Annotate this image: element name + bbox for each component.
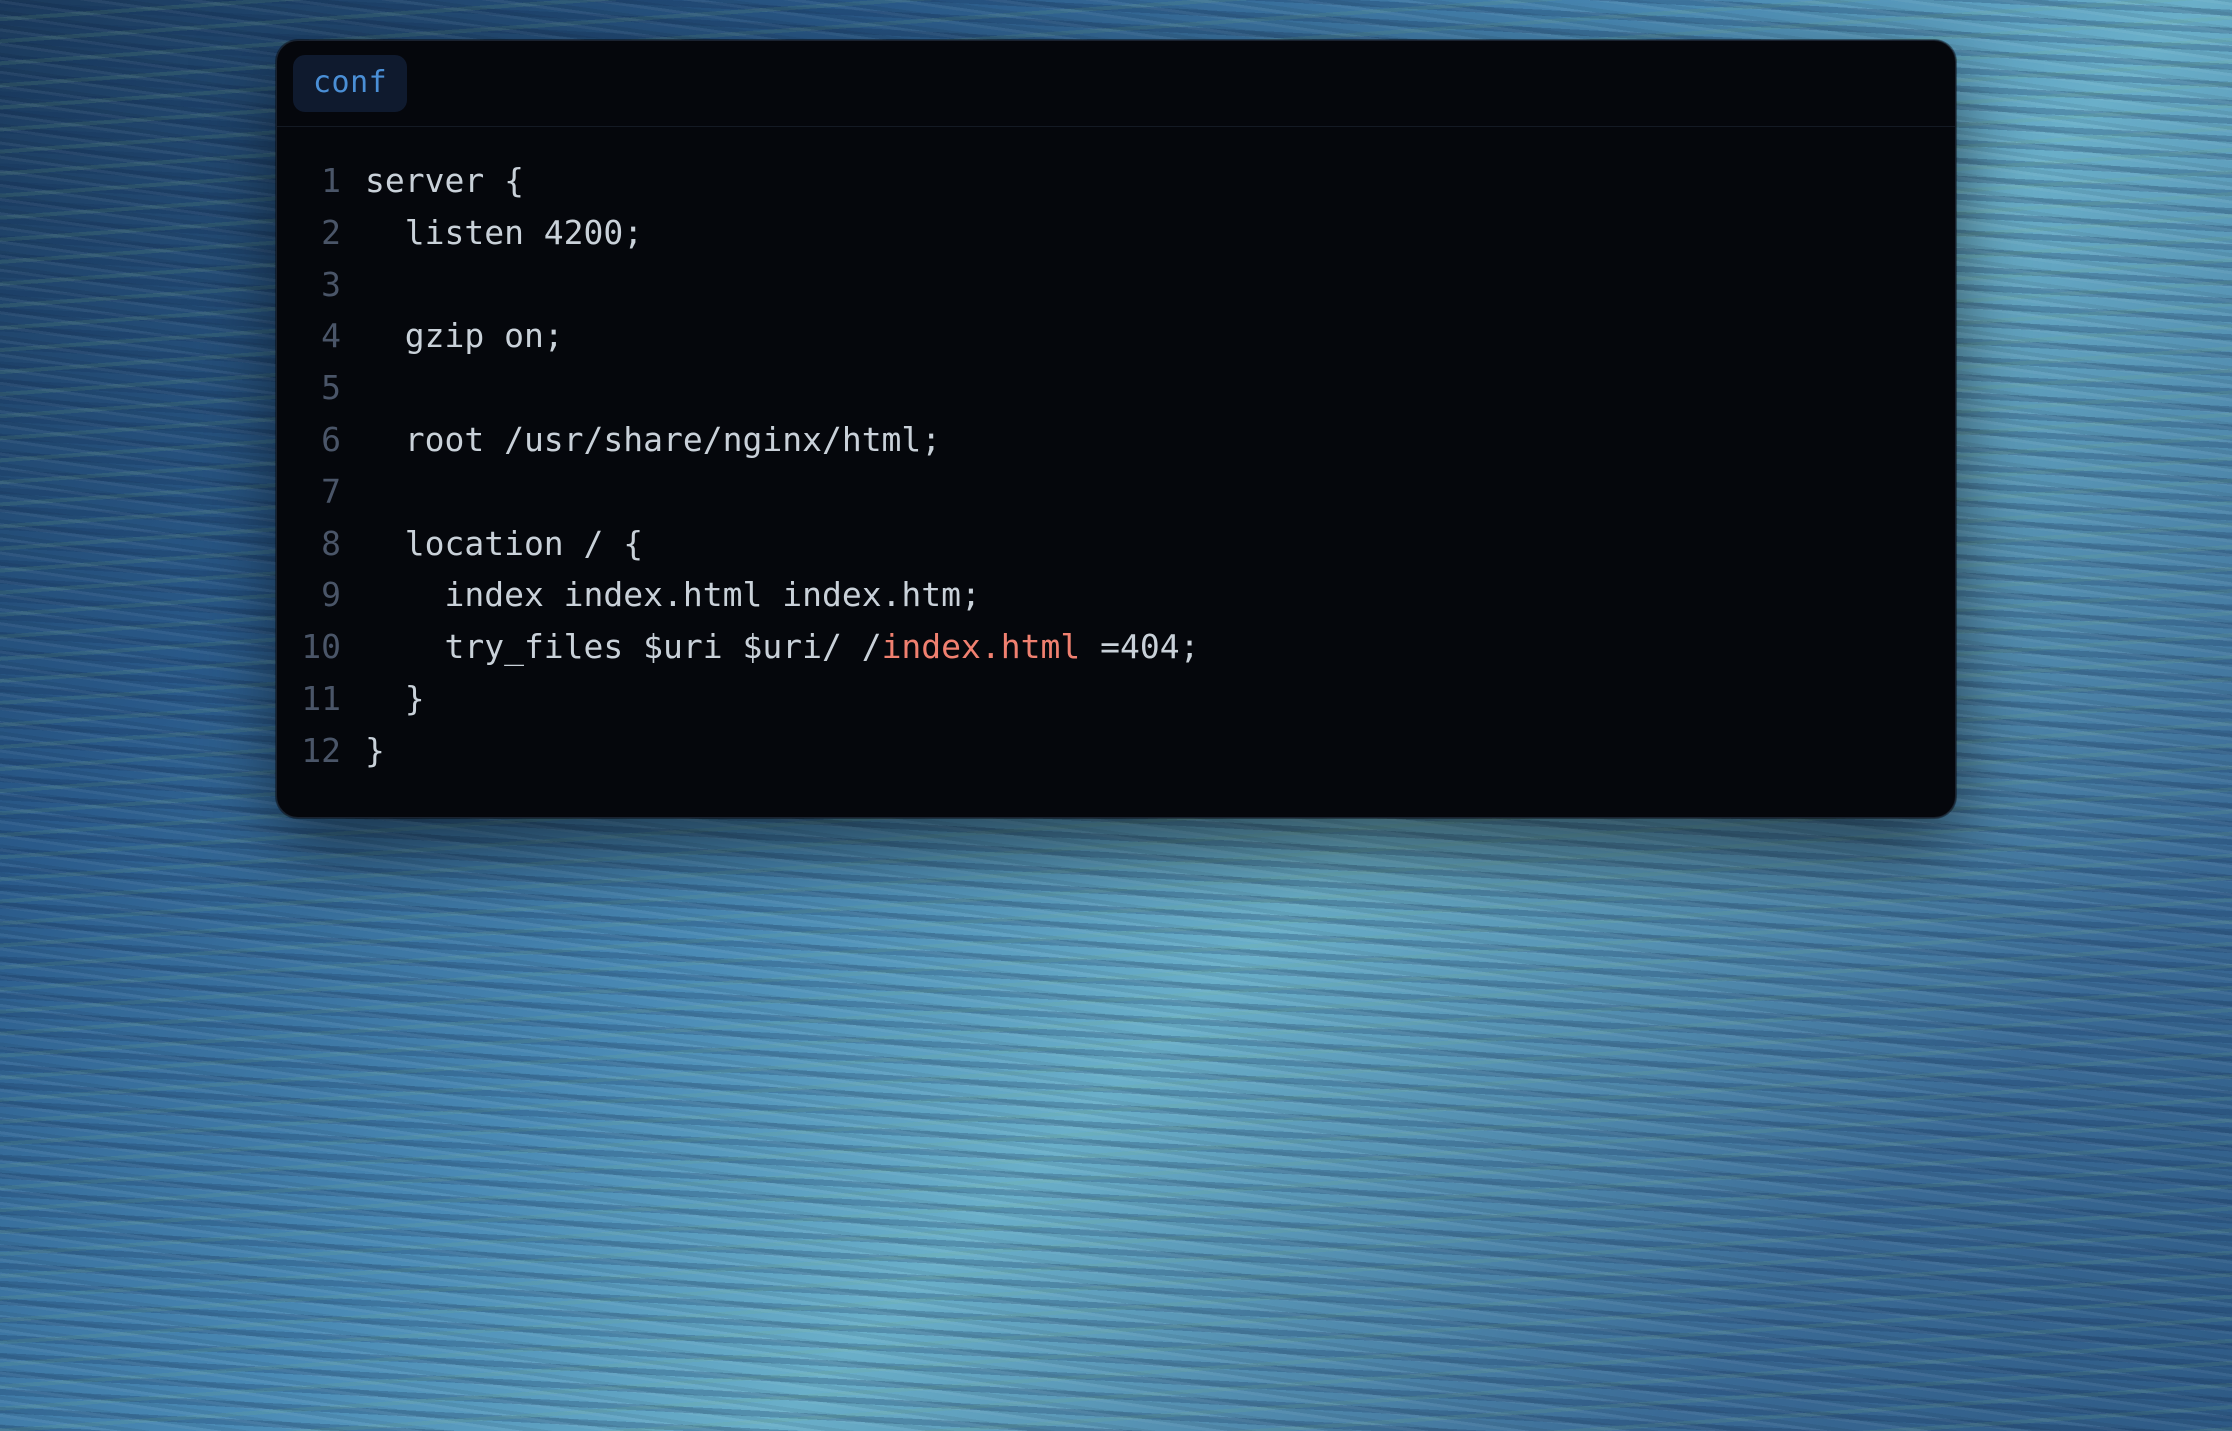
line-content[interactable]: } [365, 673, 1931, 725]
line-number: 7 [301, 466, 365, 518]
line-content[interactable]: root /usr/share/nginx/html; [365, 414, 1931, 466]
language-badge[interactable]: conf [293, 55, 407, 112]
line-content[interactable] [365, 259, 1931, 311]
line-number: 1 [301, 155, 365, 207]
code-line[interactable]: 5 [301, 362, 1931, 414]
line-number: 5 [301, 362, 365, 414]
code-editor-window: conf 1server {2 listen 4200;34 gzip on;5… [276, 40, 1956, 818]
line-content[interactable]: listen 4200; [365, 207, 1931, 259]
code-line[interactable]: 11 } [301, 673, 1931, 725]
code-line[interactable]: 3 [301, 259, 1931, 311]
line-content[interactable]: location / { [365, 518, 1931, 570]
line-number: 10 [301, 621, 365, 673]
code-line[interactable]: 12} [301, 725, 1931, 777]
highlighted-token: index.html [882, 627, 1081, 666]
code-area[interactable]: 1server {2 listen 4200;34 gzip on;56 roo… [277, 127, 1955, 817]
line-content[interactable] [365, 362, 1931, 414]
line-number: 8 [301, 518, 365, 570]
line-number: 3 [301, 259, 365, 311]
line-content[interactable]: try_files $uri $uri/ /index.html =404; [365, 621, 1931, 673]
line-content[interactable]: server { [365, 155, 1931, 207]
editor-header: conf [277, 41, 1955, 127]
line-number: 2 [301, 207, 365, 259]
code-line[interactable]: 10 try_files $uri $uri/ /index.html =404… [301, 621, 1931, 673]
line-content[interactable]: index index.html index.htm; [365, 569, 1931, 621]
code-line[interactable]: 9 index index.html index.htm; [301, 569, 1931, 621]
code-line[interactable]: 2 listen 4200; [301, 207, 1931, 259]
code-line[interactable]: 8 location / { [301, 518, 1931, 570]
line-number: 6 [301, 414, 365, 466]
line-content[interactable]: gzip on; [365, 310, 1931, 362]
line-content[interactable] [365, 466, 1931, 518]
code-line[interactable]: 7 [301, 466, 1931, 518]
line-number: 12 [301, 725, 365, 777]
line-number: 9 [301, 569, 365, 621]
code-line[interactable]: 6 root /usr/share/nginx/html; [301, 414, 1931, 466]
code-line[interactable]: 1server { [301, 155, 1931, 207]
line-number: 4 [301, 310, 365, 362]
line-content[interactable]: } [365, 725, 1931, 777]
code-line[interactable]: 4 gzip on; [301, 310, 1931, 362]
line-number: 11 [301, 673, 365, 725]
